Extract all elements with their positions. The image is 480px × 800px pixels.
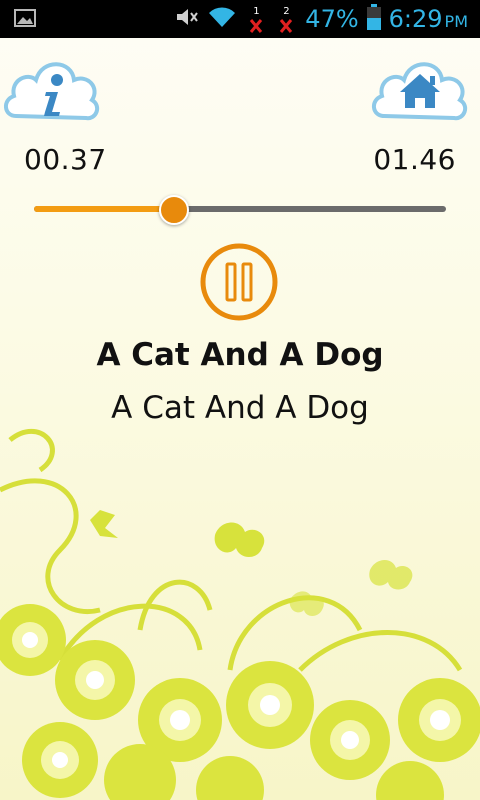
pause-icon (200, 243, 278, 321)
total-time: 01.46 (373, 143, 456, 176)
home-icon (372, 62, 468, 121)
mute-icon (175, 6, 199, 32)
seek-progress (34, 206, 175, 212)
clock-ampm: PM (444, 12, 468, 31)
clock-time: 6:29 (388, 5, 443, 33)
wifi-icon (207, 5, 237, 33)
seek-thumb[interactable] (159, 195, 190, 225)
sim2-no-signal-icon: 2 (275, 4, 297, 34)
pause-button[interactable] (199, 242, 279, 322)
status-bar: 1 2 47% 6:29 PM (0, 0, 480, 38)
seek-bar[interactable] (34, 195, 446, 225)
gallery-notification-icon (14, 9, 36, 31)
info-button[interactable] (2, 48, 102, 128)
sim1-no-signal-icon: 1 (245, 4, 267, 34)
battery-icon (366, 4, 381, 34)
butterflies (90, 510, 413, 616)
home-button[interactable] (370, 48, 470, 128)
clock: 6:29 PM (389, 5, 468, 33)
sim1-label: 1 (253, 6, 260, 17)
floral-decoration (0, 428, 480, 800)
sim2-label: 2 (283, 6, 290, 17)
battery-percent: 47% (305, 5, 359, 33)
status-icons: 1 2 47% 6:29 PM (175, 0, 468, 38)
elapsed-time: 00.37 (24, 143, 107, 176)
info-icon (4, 62, 100, 121)
track-title: A Cat And A Dog (96, 337, 384, 373)
